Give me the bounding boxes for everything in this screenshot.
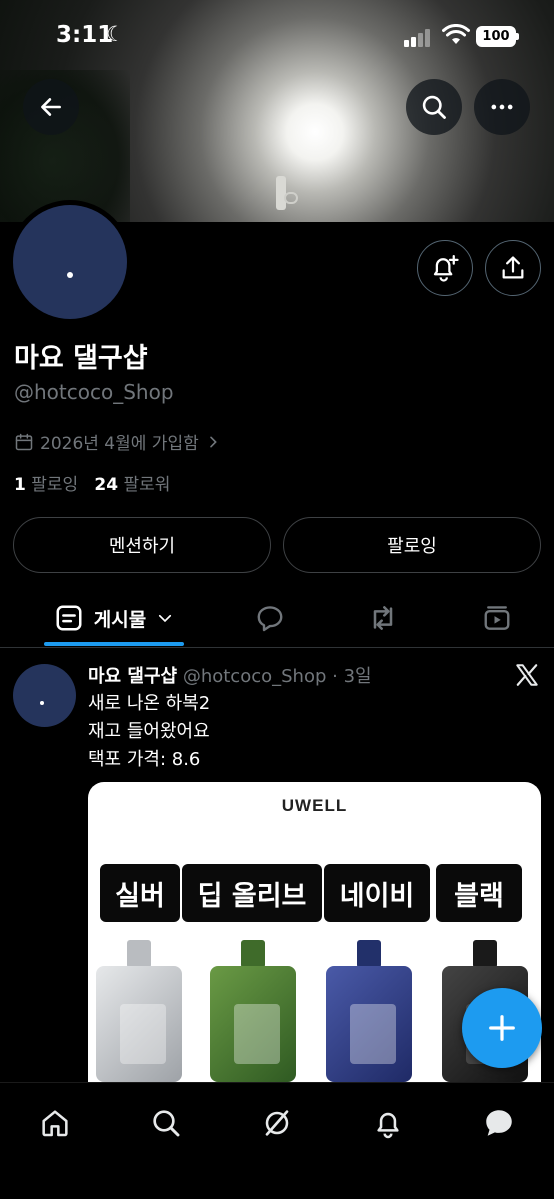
profile-tabs: 게시물 xyxy=(0,588,554,648)
more-horizontal-icon xyxy=(491,104,513,110)
search-icon xyxy=(153,1110,180,1137)
media-label-olive: 딥 올리브 xyxy=(182,864,322,922)
tab-posts[interactable]: 게시물 xyxy=(44,588,184,648)
share-button[interactable] xyxy=(485,240,541,296)
joined-text: 2026년 4월에 가입함 xyxy=(40,434,199,454)
more-button[interactable] xyxy=(474,79,530,135)
repost-icon xyxy=(373,606,393,630)
device-silver xyxy=(90,940,188,1082)
following-link[interactable]: 1 팔로잉 xyxy=(14,475,78,495)
post-text: 새로 나온 하복2 재고 들어왔어요 택포 가격: 8.6 xyxy=(88,690,210,774)
battery-icon: 100 xyxy=(476,26,519,47)
nav-search[interactable] xyxy=(144,1101,188,1145)
mention-button[interactable]: 멘션하기 xyxy=(13,517,271,573)
x-logo-icon[interactable] xyxy=(514,662,540,688)
posts-icon xyxy=(56,605,82,631)
followers-link[interactable]: 24 팔로워 xyxy=(94,475,170,495)
bottom-navigation xyxy=(0,1082,554,1199)
nav-notifications[interactable] xyxy=(366,1101,410,1145)
tab-posts-label: 게시물 xyxy=(93,608,147,631)
post-line: 새로 나온 하복2 xyxy=(88,693,211,714)
plus-icon xyxy=(489,1015,515,1041)
status-time: 3:11 xyxy=(56,22,114,48)
signal-icon xyxy=(404,29,434,47)
post-separator: · xyxy=(326,666,344,687)
joined-date[interactable]: 2026년 4월에 가입함 xyxy=(14,429,221,454)
device-olive xyxy=(204,940,302,1082)
bell-icon xyxy=(377,1112,399,1139)
profile-name: 마요 댈구샵 xyxy=(14,343,148,374)
followers-label: 팔로워 xyxy=(123,475,171,495)
nav-messages[interactable] xyxy=(477,1101,521,1145)
media-label-navy: 네이비 xyxy=(324,864,430,922)
device-navy xyxy=(320,940,418,1082)
grok-icon xyxy=(265,1110,289,1136)
nav-grok[interactable] xyxy=(255,1101,299,1145)
notifications-button[interactable] xyxy=(417,240,473,296)
chat-bubble-icon xyxy=(486,1110,512,1136)
following-count: 1 xyxy=(14,475,26,495)
search-icon xyxy=(422,95,446,119)
followers-count: 24 xyxy=(94,475,119,495)
post-header: 마요 댈구샵 @hotcoco_Shop · 3일 xyxy=(88,662,372,688)
post-avatar[interactable] xyxy=(13,664,76,727)
chevron-right-icon xyxy=(209,436,217,447)
status-bar: 3:11 ☾ 100 xyxy=(0,0,554,72)
active-tab-indicator xyxy=(44,642,184,646)
reply-icon xyxy=(257,606,283,632)
media-icon xyxy=(484,606,510,630)
avatar xyxy=(13,205,127,319)
arrow-left-icon xyxy=(41,98,61,116)
calendar-icon xyxy=(15,433,33,450)
post-line: 택포 가격: 8.6 xyxy=(88,749,201,770)
home-icon xyxy=(42,1110,68,1137)
media-label-silver: 실버 xyxy=(100,864,180,922)
chevron-down-icon xyxy=(159,614,172,623)
compose-button[interactable] xyxy=(462,988,542,1068)
banner-lamp-fixture xyxy=(284,192,298,204)
bell-plus-icon xyxy=(433,255,459,282)
tab-reposts[interactable] xyxy=(357,588,409,648)
post-line: 재고 들어왔어요 xyxy=(88,721,210,742)
moon-icon: ☾ xyxy=(106,22,125,46)
post-time[interactable]: 3일 xyxy=(344,666,372,687)
following-button[interactable]: 팔로잉 xyxy=(283,517,541,573)
back-button[interactable] xyxy=(23,79,79,135)
media-label-black: 블랙 xyxy=(436,864,522,922)
post-author-name[interactable]: 마요 댈구샵 xyxy=(88,666,177,687)
profile-avatar[interactable] xyxy=(8,200,132,324)
search-button[interactable] xyxy=(406,79,462,135)
tab-media[interactable] xyxy=(471,588,523,648)
profile-handle: @hotcoco_Shop xyxy=(14,380,174,404)
following-label: 팔로잉 xyxy=(31,475,79,495)
wifi-icon xyxy=(442,24,470,44)
follow-stats: 1 팔로잉 24 팔로워 xyxy=(14,470,170,495)
tab-replies[interactable] xyxy=(244,588,296,648)
share-icon xyxy=(502,256,524,279)
nav-home[interactable] xyxy=(33,1101,77,1145)
banner-lamp xyxy=(276,176,286,210)
media-brand: UWELL xyxy=(281,796,348,815)
post-author-handle[interactable]: @hotcoco_Shop xyxy=(183,666,327,687)
